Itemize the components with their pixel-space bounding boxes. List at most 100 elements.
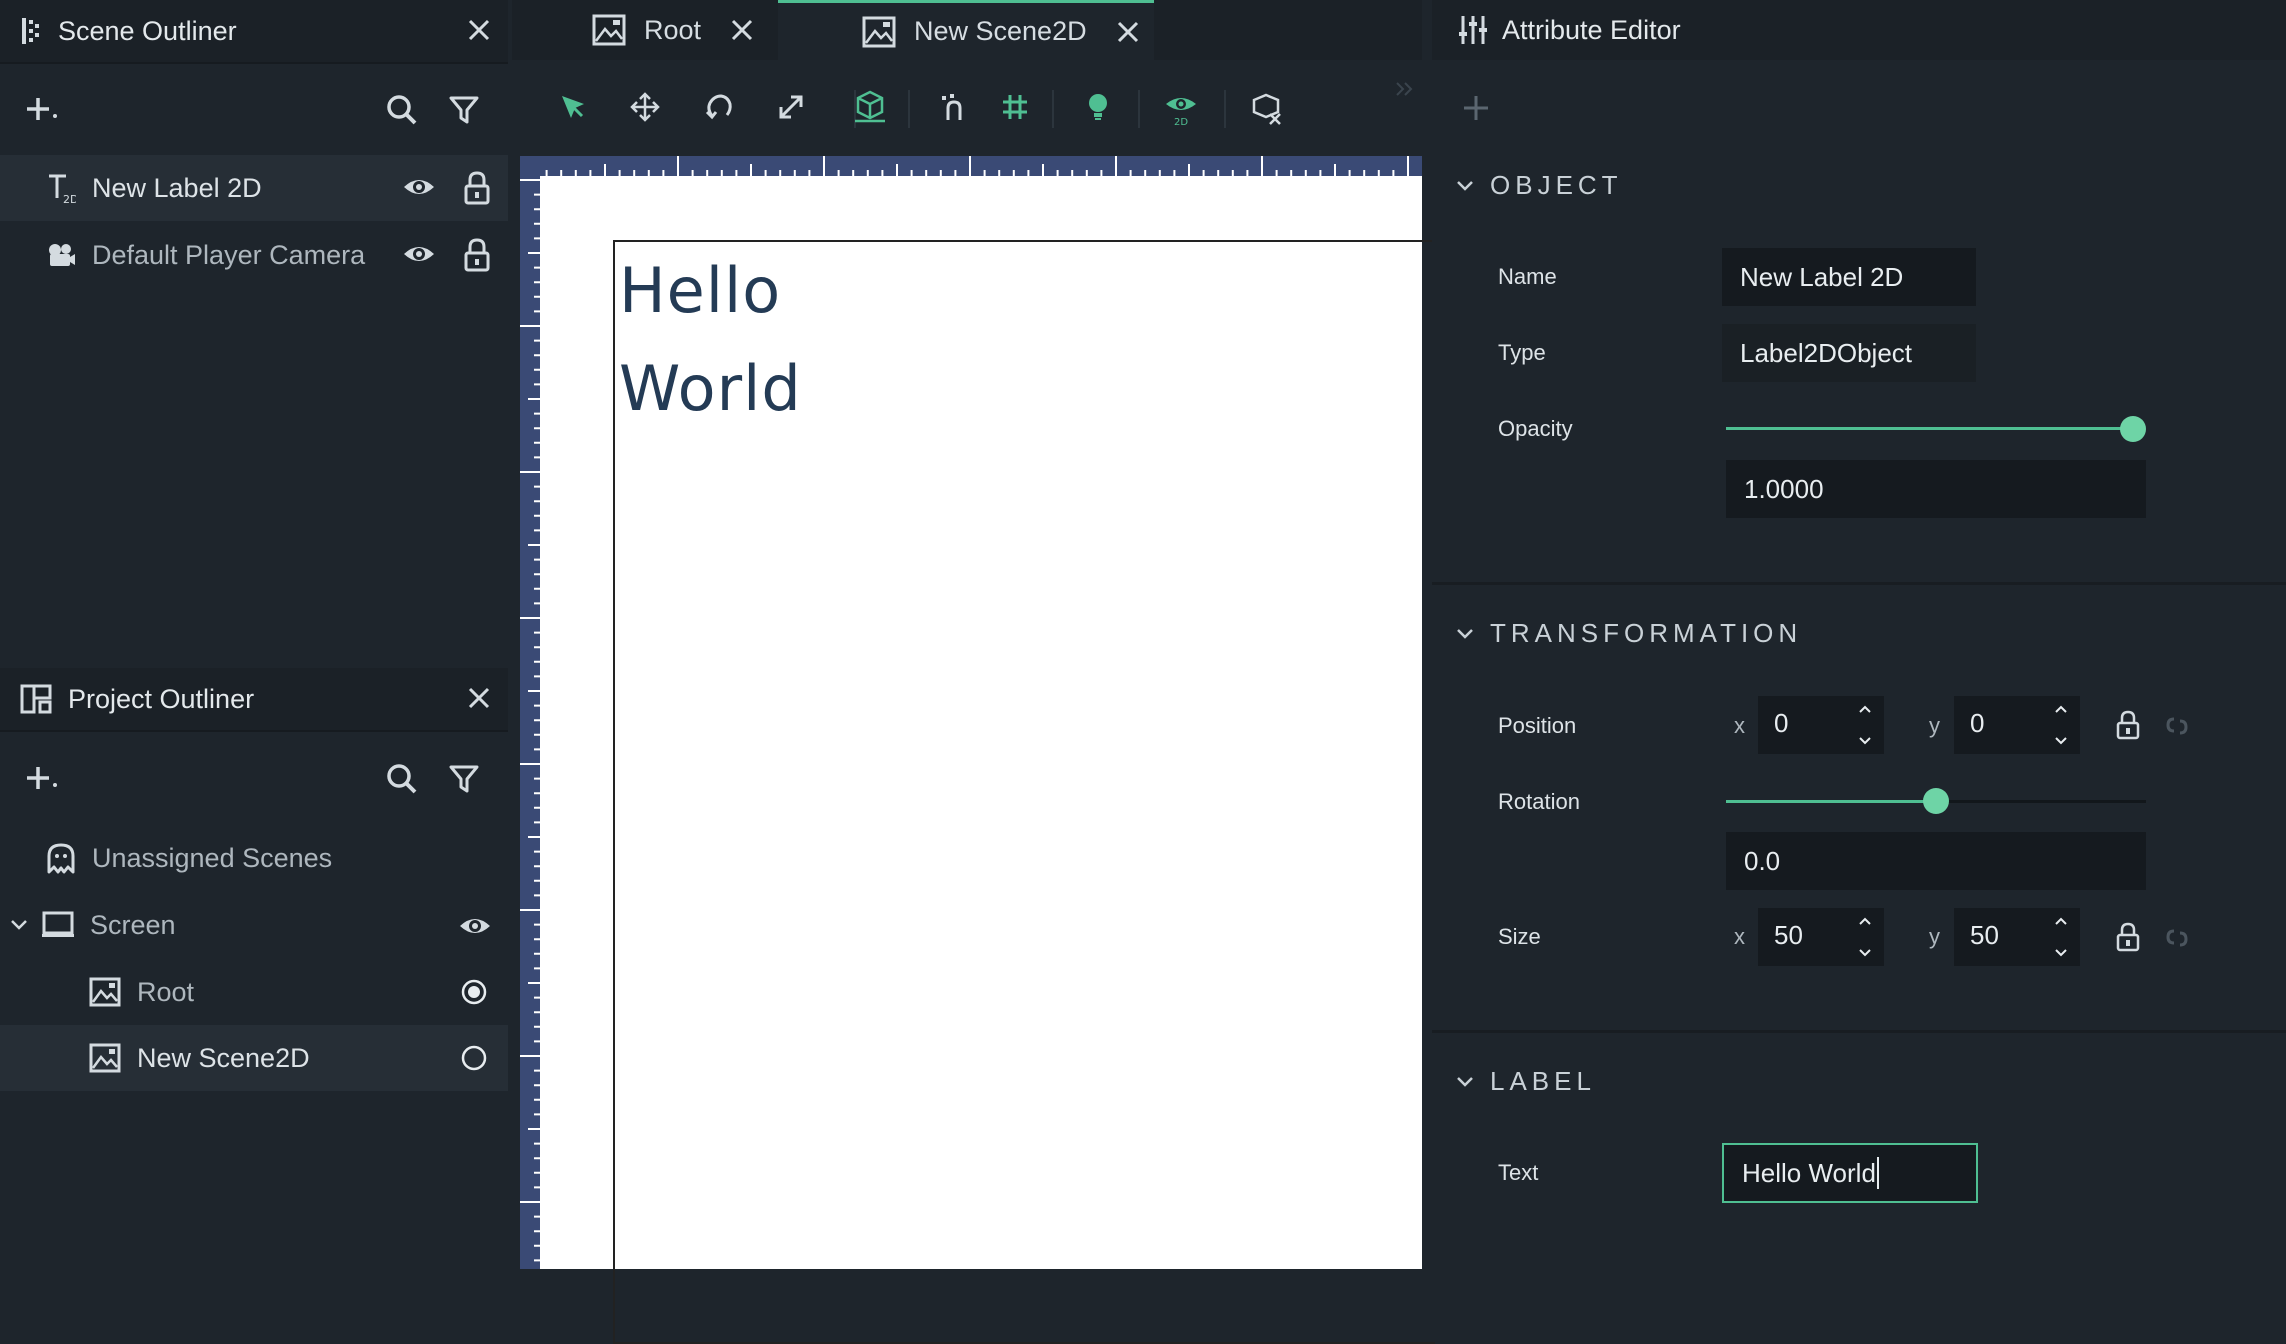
project-item-label: New Scene2D bbox=[137, 1042, 310, 1073]
select-arrow-icon[interactable] bbox=[558, 92, 588, 122]
label-text-line[interactable]: Hello bbox=[619, 254, 781, 327]
filter-icon[interactable] bbox=[448, 763, 480, 795]
chevron-down-icon[interactable] bbox=[1456, 627, 1474, 641]
increment-icon[interactable] bbox=[2054, 916, 2068, 926]
position-y-field[interactable]: 0 bbox=[1954, 696, 2080, 754]
section-divider bbox=[1432, 1030, 2286, 1033]
clear-icon[interactable] bbox=[1250, 92, 1284, 126]
section-title: OBJECT bbox=[1490, 170, 1623, 200]
opacity-slider-thumb[interactable] bbox=[2120, 416, 2146, 442]
grid-icon[interactable] bbox=[1000, 92, 1030, 122]
text-label: Text bbox=[1498, 1160, 1539, 1185]
text-caret bbox=[1876, 1157, 1879, 1189]
scene-outliner-header: Scene Outliner bbox=[0, 0, 508, 64]
ruler-horizontal bbox=[520, 156, 1422, 176]
radio-selected-icon[interactable] bbox=[460, 978, 488, 1006]
chevron-down-icon[interactable] bbox=[1456, 1075, 1474, 1089]
increment-icon[interactable] bbox=[1858, 704, 1872, 714]
tab-root[interactable]: Root bbox=[592, 0, 792, 60]
project-outliner-header: Project Outliner bbox=[0, 668, 508, 732]
radio-unselected-icon[interactable] bbox=[460, 1044, 488, 1072]
section-transformation[interactable]: TRANSFORMATION bbox=[1456, 618, 1802, 649]
x-axis-label: x bbox=[1734, 924, 1745, 949]
size-x-value: 50 bbox=[1774, 920, 1803, 950]
close-icon[interactable] bbox=[464, 683, 494, 713]
increment-icon[interactable] bbox=[1858, 916, 1872, 926]
type-value: Label2DObject bbox=[1740, 337, 1912, 368]
scene-outliner-toolbar bbox=[0, 64, 508, 154]
lock-icon[interactable] bbox=[2116, 710, 2140, 740]
section-title: TRANSFORMATION bbox=[1490, 618, 1803, 648]
close-icon[interactable] bbox=[464, 15, 494, 45]
search-icon[interactable] bbox=[386, 94, 418, 126]
size-y-field[interactable]: 50 bbox=[1954, 908, 2080, 966]
decrement-icon[interactable] bbox=[1858, 948, 1872, 958]
rotation-slider-fill[interactable] bbox=[1726, 800, 1936, 803]
project-item-unassigned-scenes[interactable]: Unassigned Scenes bbox=[0, 825, 508, 891]
name-value: New Label 2D bbox=[1740, 261, 1904, 292]
add-icon[interactable] bbox=[24, 763, 58, 793]
project-outliner-title: Project Outliner bbox=[68, 683, 255, 714]
opacity-field[interactable]: 1.0000 bbox=[1726, 460, 2146, 518]
screen-frame: Hello World bbox=[613, 240, 1435, 1344]
rotate-icon[interactable] bbox=[704, 92, 734, 122]
light-bulb-icon[interactable] bbox=[1086, 92, 1110, 122]
project-item-label: Screen bbox=[90, 909, 176, 940]
lock-icon[interactable] bbox=[464, 171, 490, 205]
scene-item-new-label-2d[interactable]: 2D New Label 2D bbox=[0, 155, 508, 221]
svg-text:2D: 2D bbox=[1174, 117, 1188, 126]
position-x-field[interactable]: 0 bbox=[1758, 696, 1884, 754]
decrement-icon[interactable] bbox=[2054, 736, 2068, 746]
section-object[interactable]: OBJECT bbox=[1456, 170, 1623, 201]
rotation-slider-thumb[interactable] bbox=[1923, 788, 1949, 814]
link-icon[interactable] bbox=[2162, 711, 2192, 741]
project-item-screen[interactable]: Screen bbox=[0, 892, 508, 958]
link-icon[interactable] bbox=[2162, 923, 2192, 953]
rotation-field[interactable]: 0.0 bbox=[1726, 832, 2146, 890]
lock-icon[interactable] bbox=[2116, 922, 2140, 952]
label-text-line[interactable]: World bbox=[619, 352, 802, 425]
eye-icon[interactable] bbox=[458, 911, 492, 941]
scene-item-label: New Label 2D bbox=[92, 172, 262, 203]
scale-icon[interactable] bbox=[776, 92, 806, 122]
scene-item-default-player-camera[interactable]: Default Player Camera bbox=[0, 222, 508, 288]
text-input[interactable]: Hello World bbox=[1722, 1143, 1978, 1203]
close-icon[interactable] bbox=[1115, 19, 1141, 45]
name-label: Name bbox=[1498, 264, 1557, 289]
size-x-field[interactable]: 50 bbox=[1758, 908, 1884, 966]
lock-icon[interactable] bbox=[464, 238, 490, 272]
tab-label: New Scene2D bbox=[914, 16, 1087, 46]
project-item-label: Unassigned Scenes bbox=[92, 842, 333, 873]
project-item-label: Root bbox=[137, 976, 195, 1007]
add-component-icon[interactable] bbox=[1462, 94, 1490, 122]
chevron-down-icon[interactable] bbox=[10, 918, 28, 932]
project-item-new-scene2d[interactable]: New Scene2D bbox=[0, 1025, 508, 1091]
scene-canvas[interactable]: Hello World bbox=[540, 176, 1435, 1344]
section-label[interactable]: LABEL bbox=[1456, 1066, 1596, 1097]
eye-icon[interactable] bbox=[402, 172, 436, 202]
bounding-box-icon[interactable] bbox=[852, 88, 888, 124]
project-item-root[interactable]: Root bbox=[0, 959, 508, 1025]
increment-icon[interactable] bbox=[2054, 704, 2068, 714]
close-icon[interactable] bbox=[729, 17, 755, 43]
opacity-slider[interactable] bbox=[1726, 427, 2133, 430]
scene-outliner-icon bbox=[20, 16, 42, 46]
move-icon[interactable] bbox=[630, 92, 660, 122]
add-icon[interactable] bbox=[24, 94, 58, 124]
scene-outliner-title: Scene Outliner bbox=[58, 15, 237, 46]
search-icon[interactable] bbox=[386, 763, 418, 795]
chevron-down-icon[interactable] bbox=[1456, 179, 1474, 193]
toolbar-divider bbox=[908, 90, 910, 128]
snap-icon[interactable] bbox=[938, 92, 968, 122]
overflow-chevron-icon[interactable] bbox=[1394, 80, 1414, 98]
eye-icon[interactable] bbox=[402, 239, 436, 269]
decrement-icon[interactable] bbox=[2054, 948, 2068, 958]
decrement-icon[interactable] bbox=[1858, 736, 1872, 746]
preview-2d-icon[interactable]: 2D bbox=[1164, 92, 1198, 126]
name-field[interactable]: New Label 2D bbox=[1722, 248, 1976, 306]
tab-bar: Root New Scene2D bbox=[512, 0, 1422, 60]
tab-label: Root bbox=[644, 14, 702, 45]
tab-new-scene2d[interactable]: New Scene2D bbox=[778, 0, 1154, 60]
rotation-slider-track[interactable] bbox=[1936, 800, 2146, 803]
filter-icon[interactable] bbox=[448, 94, 480, 126]
